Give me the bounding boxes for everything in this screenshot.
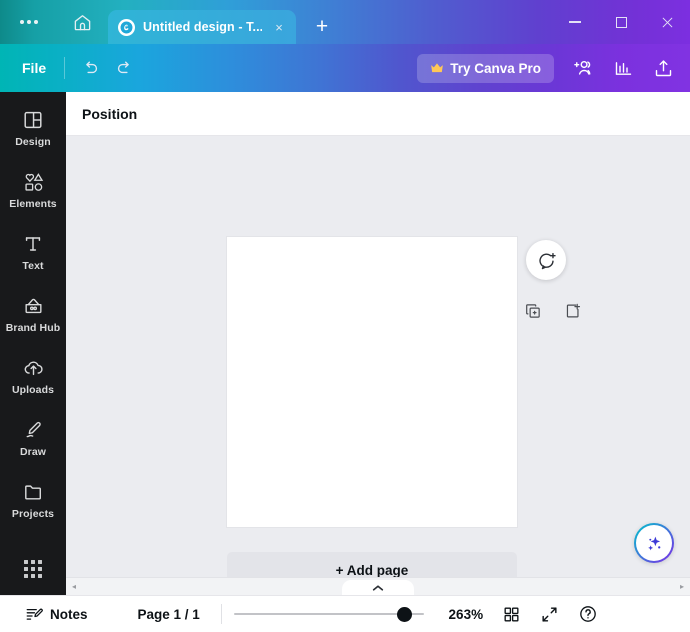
sidebar-label: Design bbox=[15, 136, 51, 148]
close-tab-icon[interactable]: × bbox=[270, 18, 288, 36]
scrollbar-track[interactable] bbox=[82, 578, 674, 595]
notes-button[interactable]: Notes bbox=[16, 600, 97, 628]
sidebar-label: Uploads bbox=[11, 384, 55, 396]
horizontal-scrollbar[interactable]: ◂ ▸ bbox=[66, 577, 690, 595]
grid-view-icon[interactable] bbox=[496, 599, 528, 629]
zoom-slider-track bbox=[233, 613, 424, 615]
add-collaborator-icon[interactable] bbox=[564, 50, 602, 86]
canva-logo-icon bbox=[118, 18, 135, 36]
zoom-level-value[interactable]: 263% bbox=[442, 602, 490, 627]
scroll-left-arrow[interactable]: ◂ bbox=[66, 578, 82, 596]
file-menu-button[interactable]: File bbox=[12, 54, 56, 82]
canva-top-toolbar: File Try Canva Pro bbox=[0, 44, 690, 92]
toolbar-divider bbox=[64, 57, 66, 79]
app-body: Design Elements Text Brand Hub Uploads D… bbox=[0, 92, 690, 595]
title-bar-left-controls bbox=[0, 0, 100, 44]
canvas-workspace[interactable]: + Add page ◂ ▸ bbox=[66, 136, 690, 595]
minimize-icon[interactable] bbox=[552, 0, 598, 44]
sidebar-item-design[interactable]: Design bbox=[2, 100, 64, 155]
add-page-icon[interactable] bbox=[561, 299, 585, 323]
try-canva-pro-label: Try Canva Pro bbox=[450, 60, 541, 76]
notes-label: Notes bbox=[50, 606, 88, 622]
undo-icon[interactable] bbox=[73, 52, 107, 84]
sidebar-item-uploads[interactable]: Uploads bbox=[2, 348, 64, 403]
design-page-canvas[interactable] bbox=[227, 237, 517, 527]
help-icon[interactable] bbox=[572, 599, 604, 629]
left-sidebar: Design Elements Text Brand Hub Uploads D… bbox=[0, 92, 66, 595]
bottom-status-bar: Notes Page 1 / 1 263% bbox=[0, 595, 690, 632]
browser-tab-untitled-design[interactable]: Untitled design - T... × bbox=[108, 10, 296, 44]
elements-icon bbox=[22, 171, 45, 193]
sidebar-item-projects[interactable]: Projects bbox=[2, 472, 64, 527]
sidebar-item-brand-hub[interactable]: Brand Hub bbox=[2, 286, 64, 341]
sidebar-label: Projects bbox=[11, 508, 55, 520]
browser-title-bar: Untitled design - T... × + bbox=[0, 0, 690, 44]
canva-app-window: Untitled design - T... × + File Try Canv… bbox=[0, 0, 690, 632]
tab-title-text: Untitled design - T... bbox=[143, 20, 262, 34]
fullscreen-icon[interactable] bbox=[534, 599, 566, 629]
sidebar-item-elements[interactable]: Elements bbox=[2, 162, 64, 217]
share-upload-icon[interactable] bbox=[644, 50, 682, 86]
editor-top-bar: Position bbox=[66, 92, 690, 136]
sidebar-label: Draw bbox=[19, 446, 47, 458]
sidebar-item-draw[interactable]: Draw bbox=[2, 410, 64, 465]
page-indicator[interactable]: Page 1 / 1 bbox=[129, 602, 209, 627]
tab-strip: Untitled design - T... × + bbox=[108, 0, 340, 44]
redo-icon[interactable] bbox=[107, 52, 141, 84]
sidebar-label: Elements bbox=[9, 198, 57, 210]
apps-grid-glyph bbox=[24, 560, 42, 578]
analytics-icon[interactable] bbox=[604, 50, 642, 86]
maximize-icon[interactable] bbox=[598, 0, 644, 44]
brand-hub-icon bbox=[22, 295, 45, 317]
home-icon[interactable] bbox=[64, 7, 100, 37]
design-icon bbox=[22, 109, 44, 131]
toolbar-right-group: Try Canva Pro bbox=[417, 44, 682, 92]
duplicate-page-icon[interactable] bbox=[521, 299, 545, 323]
add-comment-icon[interactable] bbox=[526, 240, 566, 280]
sidebar-item-text[interactable]: Text bbox=[2, 224, 64, 279]
zoom-slider-knob[interactable] bbox=[396, 606, 412, 622]
position-button[interactable]: Position bbox=[82, 106, 137, 122]
apps-grid-icon[interactable] bbox=[11, 551, 55, 587]
window-controls bbox=[552, 0, 690, 44]
uploads-icon bbox=[22, 357, 45, 379]
crown-icon bbox=[430, 62, 444, 74]
page-tools-group bbox=[521, 299, 585, 323]
overflow-menu-icon[interactable] bbox=[12, 7, 46, 37]
main-editor-area: Position + Add page ◂ ▸ bbox=[66, 92, 690, 595]
sidebar-label: Text bbox=[22, 260, 44, 272]
projects-icon bbox=[22, 481, 45, 503]
text-icon bbox=[22, 233, 44, 255]
status-divider bbox=[220, 604, 222, 624]
notes-icon bbox=[25, 605, 43, 623]
close-icon[interactable] bbox=[644, 0, 690, 44]
sidebar-label: Brand Hub bbox=[5, 322, 61, 334]
magic-studio-icon[interactable] bbox=[634, 523, 674, 563]
draw-icon bbox=[22, 419, 45, 441]
zoom-slider[interactable] bbox=[233, 605, 424, 623]
scroll-right-arrow[interactable]: ▸ bbox=[674, 578, 690, 596]
new-tab-button[interactable]: + bbox=[304, 10, 340, 44]
try-canva-pro-button[interactable]: Try Canva Pro bbox=[417, 53, 554, 83]
chevron-up-icon[interactable] bbox=[342, 579, 414, 595]
